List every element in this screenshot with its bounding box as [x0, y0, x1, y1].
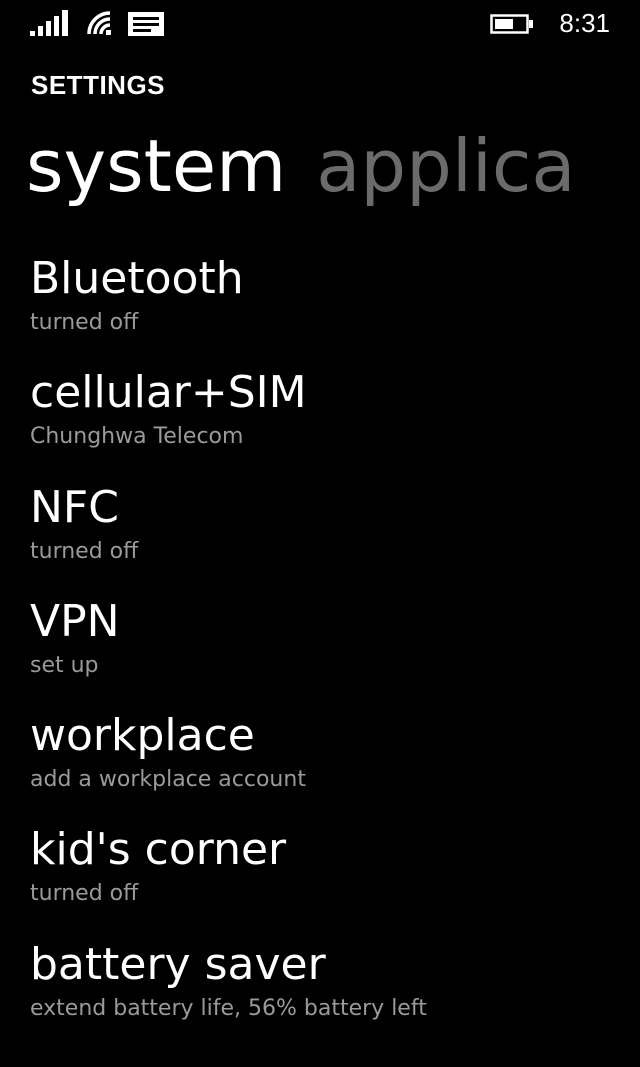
- setting-item-cellular-sim[interactable]: cellular+SIM Chunghwa Telecom: [0, 364, 640, 478]
- message-icon: [128, 12, 164, 36]
- setting-title: battery saver: [30, 938, 326, 990]
- status-bar: 8:31: [0, 0, 640, 48]
- setting-title: kid's corner: [30, 824, 287, 876]
- tab-applications[interactable]: applica: [316, 124, 575, 208]
- wifi-icon: [87, 11, 111, 35]
- setting-title: Bluetooth: [30, 253, 244, 304]
- setting-subtitle: turned off: [30, 538, 139, 564]
- pivot-header: system applica: [26, 118, 576, 214]
- setting-item-nfc[interactable]: NFC turned off: [0, 479, 640, 593]
- settings-list: Bluetooth turned off cellular+SIM Chungh…: [0, 250, 640, 1050]
- setting-item-bluetooth[interactable]: Bluetooth turned off: [0, 250, 640, 364]
- setting-subtitle: turned off: [30, 881, 139, 907]
- battery-icon: [490, 14, 533, 34]
- setting-title: NFC: [30, 481, 119, 533]
- setting-subtitle: set up: [30, 652, 99, 678]
- setting-title: workplace: [30, 710, 255, 762]
- setting-item-workplace[interactable]: workplace add a workplace account: [0, 707, 640, 821]
- setting-item-battery-saver[interactable]: battery saver extend battery life, 56% b…: [0, 936, 640, 1050]
- setting-subtitle: Chunghwa Telecom: [30, 424, 244, 450]
- setting-subtitle: add a workplace account: [30, 767, 306, 793]
- setting-item-kids-corner[interactable]: kid's corner turned off: [0, 821, 640, 935]
- signal-strength-icon: [30, 10, 68, 36]
- setting-title: cellular+SIM: [30, 367, 307, 419]
- setting-title: VPN: [30, 595, 120, 647]
- setting-subtitle: turned off: [30, 310, 139, 335]
- app-title: SETTINGS: [31, 70, 166, 100]
- tab-system[interactable]: system: [26, 124, 286, 208]
- setting-subtitle: extend battery life, 56% battery left: [30, 995, 427, 1021]
- status-clock: 8:31: [559, 8, 610, 38]
- setting-item-vpn[interactable]: VPN set up: [0, 593, 640, 707]
